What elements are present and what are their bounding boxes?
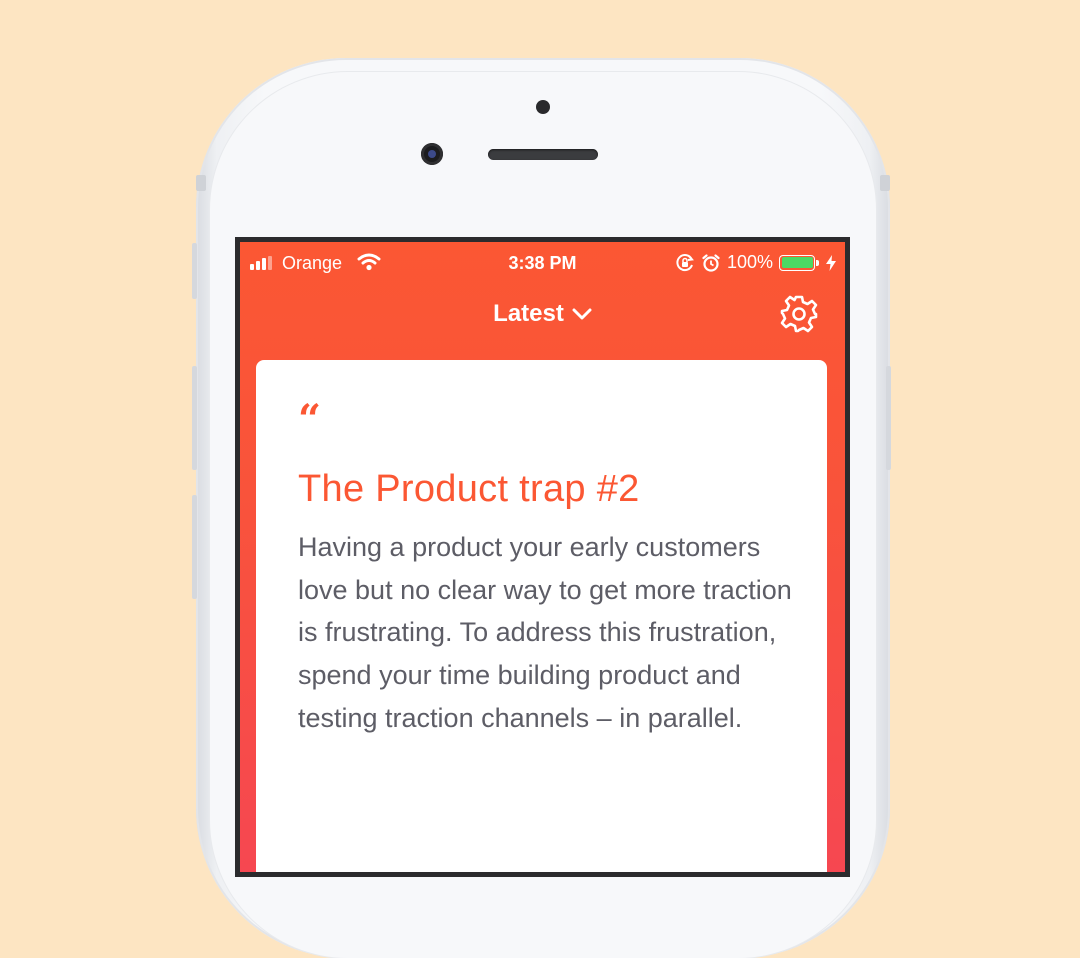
battery-percent: 100% [726, 252, 773, 272]
nav-title-label: Latest [493, 300, 564, 327]
card-title: The Product trap #2 [298, 468, 640, 510]
quote-mark: “ [298, 396, 322, 443]
app-screen: Orange 3:38 PM 100% Latest “ The Product… [240, 242, 845, 872]
proximity-sensor [536, 100, 550, 114]
orientation-lock-icon [676, 253, 694, 271]
volume-up-button [192, 366, 197, 470]
power-button [886, 366, 891, 470]
quote-card[interactable]: “ The Product trap #2 Having a product y… [256, 360, 827, 872]
nav-bar: Latest [240, 286, 845, 346]
gear-icon[interactable] [779, 294, 819, 334]
battery-icon [779, 254, 819, 271]
charging-bolt-icon [826, 254, 836, 271]
antenna-band-left [196, 175, 206, 191]
feed-selector[interactable]: Latest [240, 300, 845, 328]
chevron-down-icon [572, 308, 592, 320]
card-body: Having a product your early customers lo… [298, 532, 792, 733]
mute-switch [192, 243, 197, 299]
earpiece-speaker [488, 149, 598, 160]
status-bar: Orange 3:38 PM 100% [240, 242, 845, 286]
volume-down-button [192, 495, 197, 599]
status-right-group: 100% [675, 252, 837, 273]
front-camera [421, 143, 443, 165]
alarm-icon [702, 253, 720, 272]
antenna-band-right [880, 175, 890, 191]
